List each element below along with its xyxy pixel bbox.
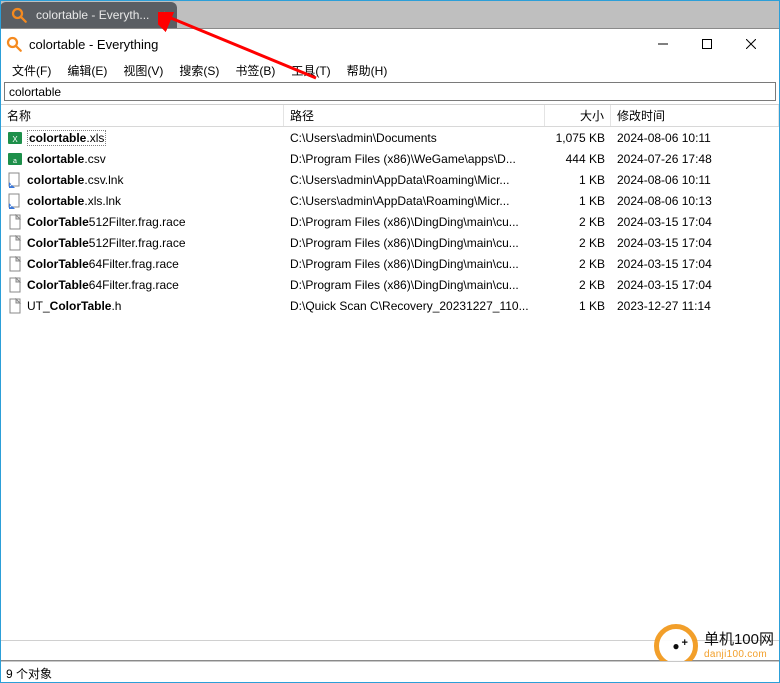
file-icon	[7, 235, 23, 251]
menu-edit[interactable]: 编辑(E)	[60, 60, 114, 81]
cell-date: 2024-07-26 17:48	[611, 152, 779, 166]
cell-size: 1,075 KB	[545, 131, 611, 145]
menu-help[interactable]: 帮助(H)	[340, 60, 395, 81]
file-icon: X	[7, 130, 23, 146]
title-bar[interactable]: colortable - Everything	[1, 29, 779, 59]
file-name: colortable.xls.lnk	[27, 194, 121, 208]
cell-date: 2024-08-06 10:11	[611, 131, 779, 145]
host-status-text: 9 个对象	[6, 667, 52, 681]
cell-path: D:\Program Files (x86)\DingDing\main\cu.…	[284, 236, 545, 250]
minimize-button[interactable]	[641, 30, 685, 58]
maximize-button[interactable]	[685, 30, 729, 58]
column-path[interactable]: 路径	[284, 105, 545, 126]
menu-bookmark[interactable]: 书签(B)	[228, 60, 282, 81]
cell-date: 2024-03-15 17:04	[611, 278, 779, 292]
cell-path: D:\Program Files (x86)\DingDing\main\cu.…	[284, 215, 545, 229]
file-icon	[7, 277, 23, 293]
cell-date: 2024-08-06 10:13	[611, 194, 779, 208]
cell-name: ColorTable512Filter.frag.race	[1, 235, 284, 251]
file-name: colortable.csv.lnk	[27, 173, 123, 187]
cell-size: 444 KB	[545, 152, 611, 166]
file-icon	[7, 193, 23, 209]
svg-text:X: X	[12, 135, 18, 144]
browser-tabstrip: colortable - Everyth... ✕	[0, 0, 780, 28]
cell-size: 1 KB	[545, 194, 611, 208]
cell-name: Xcolortable.xls	[1, 130, 284, 146]
file-name: colortable.xls	[27, 130, 106, 146]
file-icon	[7, 172, 23, 188]
table-row[interactable]: a colortable.csv D:\Program Files (x86)\We…	[1, 148, 779, 169]
column-date[interactable]: 修改时间	[611, 105, 779, 126]
menu-tools[interactable]: 工具(T)	[284, 60, 337, 81]
table-row[interactable]: Xcolortable.xlsC:\Users\admin\Documents1…	[1, 127, 779, 148]
file-name: colortable.csv	[27, 152, 106, 166]
window-title: colortable - Everything	[29, 37, 637, 52]
cell-name: a colortable.csv	[1, 151, 284, 167]
browser-tab[interactable]: colortable - Everyth... ✕	[0, 2, 177, 28]
menu-search[interactable]: 搜索(S)	[172, 60, 226, 81]
menu-bar: 文件(F) 编辑(E) 视图(V) 搜索(S) 书签(B) 工具(T) 帮助(H…	[1, 59, 779, 81]
menu-view[interactable]: 视图(V)	[116, 60, 170, 81]
cell-date: 2023-12-27 11:14	[611, 299, 779, 313]
table-row[interactable]: colortable.csv.lnk C:\Users\admin\AppData…	[1, 169, 779, 190]
file-name: ColorTable512Filter.frag.race	[27, 215, 186, 229]
magnifier-icon	[10, 6, 28, 24]
column-size[interactable]: 大小	[545, 105, 611, 126]
cell-name: colortable.csv.lnk	[1, 172, 284, 188]
file-icon: a	[7, 151, 23, 167]
cell-path: D:\Program Files (x86)\DingDing\main\cu.…	[284, 257, 545, 271]
cell-size: 1 KB	[545, 299, 611, 313]
file-name: ColorTable64Filter.frag.race	[27, 278, 179, 292]
cell-name: colortable.xls.lnk	[1, 193, 284, 209]
cell-path: C:\Users\admin\Documents	[284, 131, 545, 145]
file-icon	[7, 256, 23, 272]
logo-text-big: 单机100网	[704, 632, 774, 649]
file-name: UT_ColorTable.h	[27, 299, 121, 313]
cell-path: C:\Users\admin\AppData\Roaming\Micr...	[284, 173, 545, 187]
cell-name: ColorTable512Filter.frag.race	[1, 214, 284, 230]
cell-date: 2024-03-15 17:04	[611, 236, 779, 250]
table-row[interactable]: ColorTable512Filter.frag.race D:\Program …	[1, 232, 779, 253]
search-input[interactable]	[4, 82, 776, 101]
cell-date: 2024-03-15 17:04	[611, 257, 779, 271]
host-status-bar: 9 个对象	[0, 661, 780, 683]
cell-size: 2 KB	[545, 257, 611, 271]
column-headers: 名称 路径 大小 修改时间	[1, 105, 779, 127]
column-name[interactable]: 名称	[1, 105, 284, 126]
table-row[interactable]: UT_ColorTable.h D:\Quick Scan C\Recovery_…	[1, 295, 779, 316]
cell-name: ColorTable64Filter.frag.race	[1, 277, 284, 293]
menu-file[interactable]: 文件(F)	[5, 60, 58, 81]
cell-size: 1 KB	[545, 173, 611, 187]
cell-path: D:\Quick Scan C\Recovery_20231227_110...	[284, 299, 545, 313]
cell-path: D:\Program Files (x86)\DingDing\main\cu.…	[284, 278, 545, 292]
cell-size: 2 KB	[545, 215, 611, 229]
cell-path: C:\Users\admin\AppData\Roaming\Micr...	[284, 194, 545, 208]
table-row[interactable]: ColorTable64Filter.frag.race D:\Program F…	[1, 253, 779, 274]
table-row[interactable]: ColorTable64Filter.frag.race D:\Program F…	[1, 274, 779, 295]
cell-path: D:\Program Files (x86)\WeGame\apps\D...	[284, 152, 545, 166]
cell-name: UT_ColorTable.h	[1, 298, 284, 314]
app-window: colortable - Everything 文件(F) 编辑(E) 视图(V…	[0, 28, 780, 661]
cell-size: 2 KB	[545, 278, 611, 292]
table-row[interactable]: colortable.xls.lnk C:\Users\admin\AppData…	[1, 190, 779, 211]
results-list: 名称 路径 大小 修改时间 Xcolortable.xlsC:\Users\ad…	[1, 104, 779, 640]
logo-text-small: danji100.com	[704, 649, 774, 660]
cell-name: ColorTable64Filter.frag.race	[1, 256, 284, 272]
cell-size: 2 KB	[545, 236, 611, 250]
search-wrap	[1, 81, 779, 104]
file-icon	[7, 298, 23, 314]
file-icon	[7, 214, 23, 230]
file-name: ColorTable64Filter.frag.race	[27, 257, 179, 271]
file-name: ColorTable512Filter.frag.race	[27, 236, 186, 250]
close-tab-icon[interactable]: ✕	[155, 8, 169, 22]
app-icon	[5, 35, 23, 53]
cell-date: 2024-08-06 10:11	[611, 173, 779, 187]
cell-date: 2024-03-15 17:04	[611, 215, 779, 229]
close-button[interactable]	[729, 30, 773, 58]
table-row[interactable]: ColorTable512Filter.frag.race D:\Program …	[1, 211, 779, 232]
tab-title: colortable - Everyth...	[36, 8, 149, 22]
svg-text:a: a	[13, 158, 17, 165]
